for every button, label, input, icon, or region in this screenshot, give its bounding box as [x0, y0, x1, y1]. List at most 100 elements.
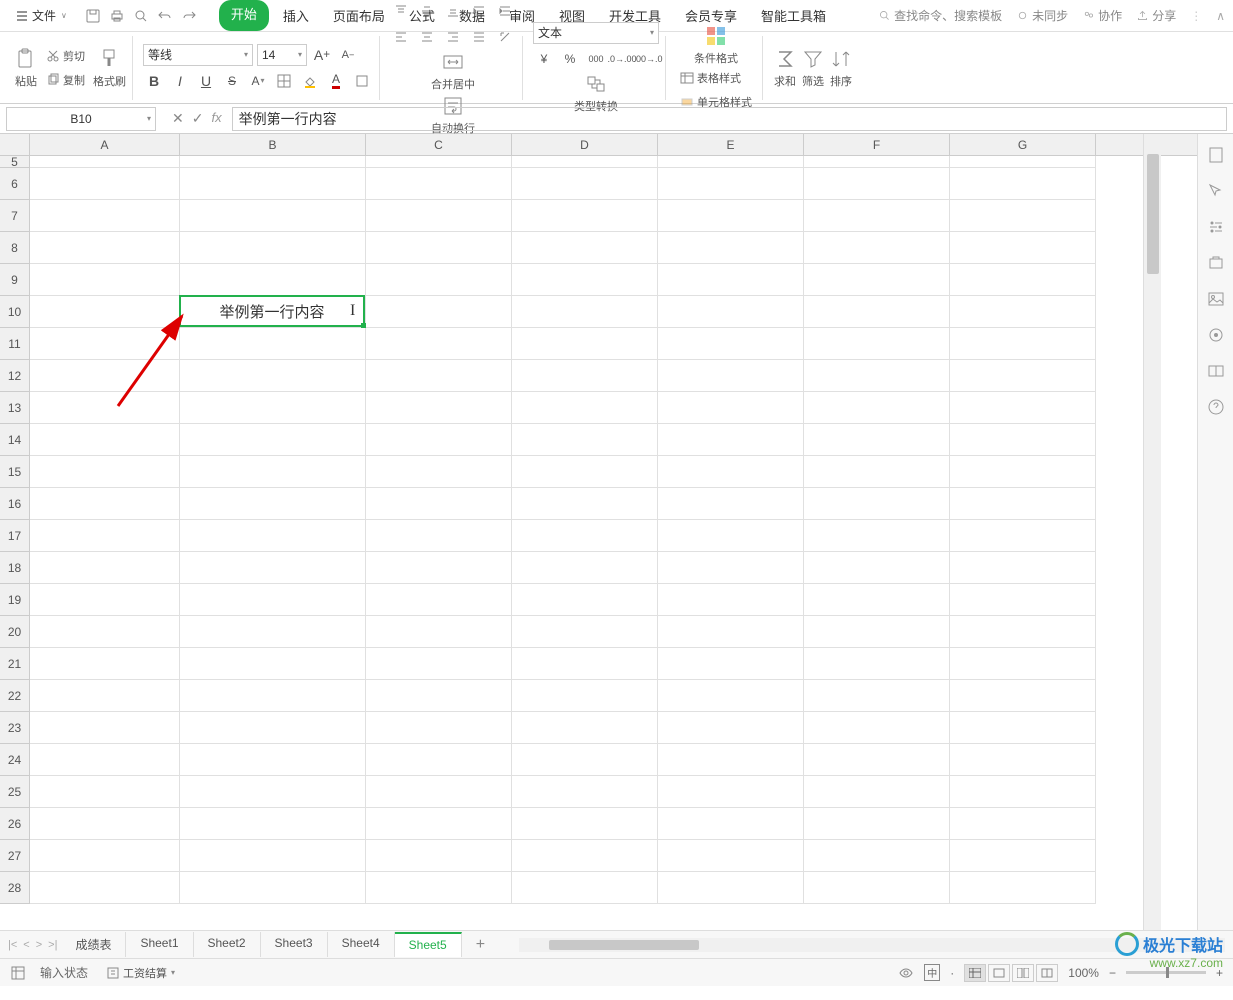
thousands-icon[interactable]: 000: [585, 48, 607, 70]
col-header-E[interactable]: E: [658, 134, 804, 155]
sheet-tab-Sheet2[interactable]: Sheet2: [194, 932, 261, 957]
row-header-16[interactable]: 16: [0, 488, 29, 520]
percent-icon[interactable]: %: [559, 48, 581, 70]
font-name-select[interactable]: 等线▾: [143, 44, 253, 66]
row-header-10[interactable]: 10: [0, 296, 29, 328]
justify-icon[interactable]: [468, 26, 490, 48]
sheet-tab-Sheet4[interactable]: Sheet4: [328, 932, 395, 957]
reading-pane-icon[interactable]: [1207, 362, 1225, 380]
align-top-icon[interactable]: [390, 0, 412, 22]
tab-home[interactable]: 开始: [219, 0, 269, 31]
table-style-button[interactable]: 表格样式: [676, 68, 756, 88]
row-header-9[interactable]: 9: [0, 264, 29, 296]
sync-status[interactable]: 未同步: [1016, 7, 1068, 24]
increase-indent-icon[interactable]: [494, 0, 516, 22]
redo-icon[interactable]: [181, 8, 197, 24]
eye-icon[interactable]: [898, 965, 914, 981]
col-header-D[interactable]: D: [512, 134, 658, 155]
phonetic-button[interactable]: [351, 70, 373, 92]
row-header-26[interactable]: 26: [0, 808, 29, 840]
ime-icon[interactable]: 中: [924, 964, 940, 981]
confirm-edit-icon[interactable]: ✓: [192, 110, 204, 127]
fill-color-button[interactable]: [299, 70, 321, 92]
align-right-icon[interactable]: [442, 26, 464, 48]
location-pane-icon[interactable]: [1207, 326, 1225, 344]
align-center-icon[interactable]: [416, 26, 438, 48]
vertical-scrollbar[interactable]: [1143, 134, 1161, 930]
tab-layout[interactable]: 页面布局: [323, 0, 395, 31]
zoom-level[interactable]: 100%: [1068, 966, 1099, 980]
row-header-27[interactable]: 27: [0, 840, 29, 872]
fx-icon[interactable]: fx: [211, 110, 221, 127]
collapse-ribbon-icon[interactable]: ∧: [1216, 9, 1225, 23]
select-pane-icon[interactable]: [1207, 182, 1225, 200]
orientation-icon[interactable]: [494, 26, 516, 48]
align-left-icon[interactable]: [390, 26, 412, 48]
preview-icon[interactable]: [133, 8, 149, 24]
col-header-G[interactable]: G: [950, 134, 1096, 155]
share-button[interactable]: 分享: [1136, 7, 1176, 24]
sheet-last-icon[interactable]: >|: [48, 939, 57, 951]
zoom-out-button[interactable]: −: [1109, 966, 1116, 980]
font-effects-button[interactable]: A▾: [247, 70, 269, 92]
cancel-edit-icon[interactable]: ✕: [172, 110, 184, 127]
file-menu[interactable]: 文件 ∨: [8, 3, 75, 28]
decrease-decimal-icon[interactable]: .00→.0: [637, 48, 659, 70]
row-header-8[interactable]: 8: [0, 232, 29, 264]
increase-decimal-icon[interactable]: .0→.00: [611, 48, 633, 70]
zoom-slider[interactable]: [1126, 971, 1206, 974]
font-size-select[interactable]: 14▾: [257, 44, 307, 66]
tab-smart[interactable]: 智能工具箱: [751, 0, 836, 31]
undo-icon[interactable]: [157, 8, 173, 24]
row-header-22[interactable]: 22: [0, 680, 29, 712]
sheet-tab-成绩表[interactable]: 成绩表: [61, 932, 126, 957]
row-header-19[interactable]: 19: [0, 584, 29, 616]
assist-icon[interactable]: ·: [950, 966, 954, 980]
row-header-14[interactable]: 14: [0, 424, 29, 456]
zoom-in-button[interactable]: +: [1216, 966, 1223, 980]
settings-pane-icon[interactable]: [1207, 218, 1225, 236]
row-header-5[interactable]: 5: [0, 156, 29, 168]
row-header-15[interactable]: 15: [0, 456, 29, 488]
row-header-20[interactable]: 20: [0, 616, 29, 648]
cells-area[interactable]: [30, 156, 1197, 930]
currency-icon[interactable]: ¥: [533, 48, 555, 70]
sheet-next-icon[interactable]: >: [36, 939, 42, 951]
italic-button[interactable]: I: [169, 70, 191, 92]
sheet-tab-Sheet3[interactable]: Sheet3: [261, 932, 328, 957]
reading-view-icon[interactable]: [1036, 964, 1058, 982]
row-header-24[interactable]: 24: [0, 744, 29, 776]
col-header-F[interactable]: F: [804, 134, 950, 155]
increase-font-icon[interactable]: A+: [311, 44, 333, 66]
decrease-font-icon[interactable]: A−: [337, 44, 359, 66]
options-icon[interactable]: [10, 965, 26, 981]
col-header-A[interactable]: A: [30, 134, 180, 155]
row-header-21[interactable]: 21: [0, 648, 29, 680]
help-pane-icon[interactable]: [1207, 398, 1225, 416]
strikethrough-button[interactable]: S: [221, 70, 243, 92]
row-header-25[interactable]: 25: [0, 776, 29, 808]
image-pane-icon[interactable]: [1207, 290, 1225, 308]
row-header-12[interactable]: 12: [0, 360, 29, 392]
paste-button[interactable]: 粘贴: [14, 47, 38, 89]
bold-button[interactable]: B: [143, 70, 165, 92]
row-header-7[interactable]: 7: [0, 200, 29, 232]
number-format-select[interactable]: 文本▾: [533, 22, 659, 44]
normal-view-icon[interactable]: [964, 964, 986, 982]
row-header-13[interactable]: 13: [0, 392, 29, 424]
sum-button[interactable]: 求和: [773, 47, 797, 89]
backup-pane-icon[interactable]: [1207, 254, 1225, 272]
merge-center-button[interactable]: 合并居中: [431, 50, 475, 92]
borders-button[interactable]: [273, 70, 295, 92]
print-icon[interactable]: [109, 8, 125, 24]
cut-button[interactable]: 剪切: [42, 46, 89, 66]
clipboard-pane-icon[interactable]: [1207, 146, 1225, 164]
sheet-first-icon[interactable]: |<: [8, 939, 17, 951]
copy-button[interactable]: 复制: [42, 70, 89, 90]
filter-button[interactable]: 筛选: [801, 47, 825, 89]
row-header-6[interactable]: 6: [0, 168, 29, 200]
collab-button[interactable]: 协作: [1082, 7, 1122, 24]
salary-calc-button[interactable]: 工资结算▾: [102, 963, 179, 983]
sheet-tab-Sheet5[interactable]: Sheet5: [395, 932, 462, 957]
row-header-17[interactable]: 17: [0, 520, 29, 552]
